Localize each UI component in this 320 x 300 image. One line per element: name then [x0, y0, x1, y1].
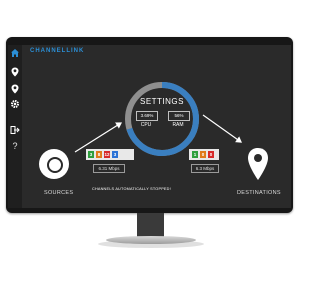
destinations-rate: 6.3 Mbps — [191, 164, 219, 173]
ram-label: RAM — [172, 122, 184, 128]
destinations-pin-icon[interactable] — [246, 147, 270, 181]
monitor-stand-base — [106, 236, 196, 244]
ram-value: 56% — [168, 111, 190, 121]
cpu-value: 3.69% — [136, 111, 158, 121]
sources-chip-green: 3 — [88, 151, 94, 158]
sources-chip-blue: 3 — [112, 151, 118, 158]
destinations-chip-red: 0 — [208, 151, 214, 158]
sources-chip-red: 12 — [104, 151, 110, 158]
destinations-chip-green: 1 — [192, 151, 198, 158]
cpu-label: CPU — [140, 122, 152, 128]
arrow-settings-to-destinations — [202, 114, 242, 143]
sources-label: SOURCES — [44, 190, 74, 196]
destinations-label: DESTINATIONS — [237, 190, 281, 196]
settings-title: SETTINGS — [139, 97, 184, 106]
sources-chip-orange: 8 — [96, 151, 102, 158]
destinations-chip-orange: 0 — [200, 151, 206, 158]
arrow-sources-to-settings — [74, 122, 123, 153]
app-screen: ? CHANNELLINK SETTINGS 3.69% 56% CPU RAM… — [8, 45, 291, 208]
channels-stopped-warning: CHANNELS AUTOMATICALLY STOPPED! — [92, 187, 171, 191]
sources-rate: 6.31 Mbps — [93, 164, 125, 173]
